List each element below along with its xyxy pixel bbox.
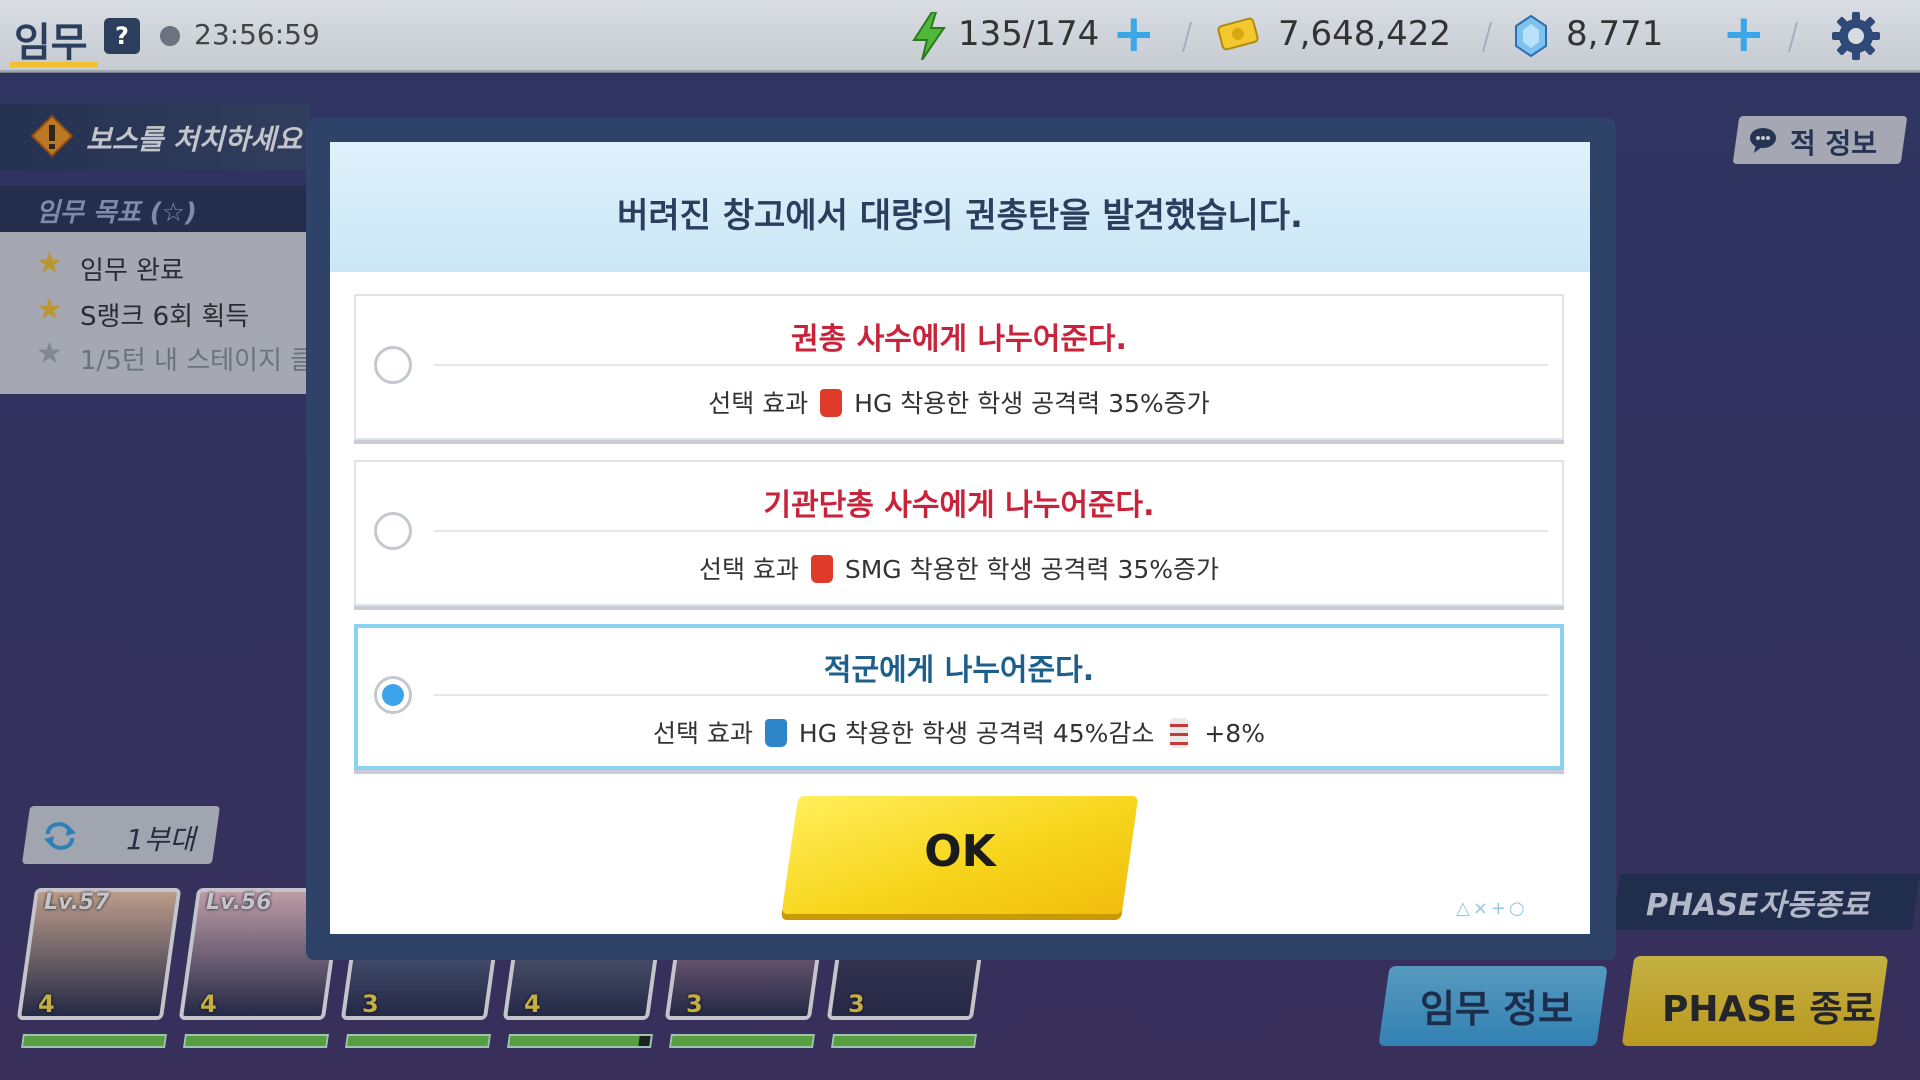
title-underline: [10, 62, 98, 67]
attack-up-icon: [810, 555, 833, 583]
mission-timer: 23:56:59: [194, 18, 320, 51]
credit-counter: 7,648,422: [1278, 14, 1452, 54]
lightning-icon: [912, 12, 946, 60]
attack-down-icon: [764, 719, 787, 747]
dialog-title: 버려진 창고에서 대량의 권총탄을 발견했습니다.: [617, 196, 1303, 236]
credit-icon: [1217, 17, 1259, 51]
option-divider: [434, 694, 1548, 696]
choice-effect-2: 선택 효과 SMG 착용한 학생 공격력 35%증가: [354, 550, 1564, 586]
choice-effect-1: 선택 효과 HG 착용한 학생 공격력 35%증가: [354, 384, 1564, 420]
effect-text: SMG 착용한 학생 공격력 35%증가: [844, 555, 1220, 584]
effect-prefix: 선택 효과: [698, 555, 799, 584]
option-divider: [434, 530, 1548, 532]
gem-counter: 8,771: [1566, 14, 1664, 54]
effect-prefix: 선택 효과: [708, 389, 809, 418]
add-ap-button[interactable]: +: [1112, 8, 1156, 60]
attack-up-icon: [820, 389, 843, 417]
dialog-decoration: △×+○: [1456, 898, 1528, 919]
help-button[interactable]: ?: [104, 18, 140, 54]
option-divider: [434, 364, 1548, 366]
choice-label-1: 권총 사수에게 나누어준다.: [791, 322, 1127, 357]
clock-icon: [160, 26, 180, 46]
gem-icon: [1515, 14, 1547, 58]
page-title: 임무: [14, 20, 88, 66]
choice-effect-3: 선택 효과 HG 착용한 학생 공격력 45%감소 +8%: [354, 714, 1564, 750]
effect-extra: +8%: [1204, 719, 1265, 748]
effect-text: HG 착용한 학생 공격력 35%증가: [854, 389, 1210, 418]
ok-button-label: OK: [924, 826, 996, 877]
gear-icon[interactable]: [1830, 10, 1882, 62]
effect-prefix: 선택 효과: [653, 719, 753, 748]
choice-label-2: 기관단총 사수에게 나누어준다.: [763, 488, 1155, 523]
ammo-icon: [1170, 718, 1189, 748]
choice-label-3: 적군에게 나누어준다.: [823, 653, 1095, 688]
ap-counter: 135/174: [958, 14, 1100, 54]
effect-text: HG 착용한 학생 공격력 45%감소: [798, 719, 1155, 748]
add-gem-button[interactable]: +: [1722, 8, 1766, 60]
